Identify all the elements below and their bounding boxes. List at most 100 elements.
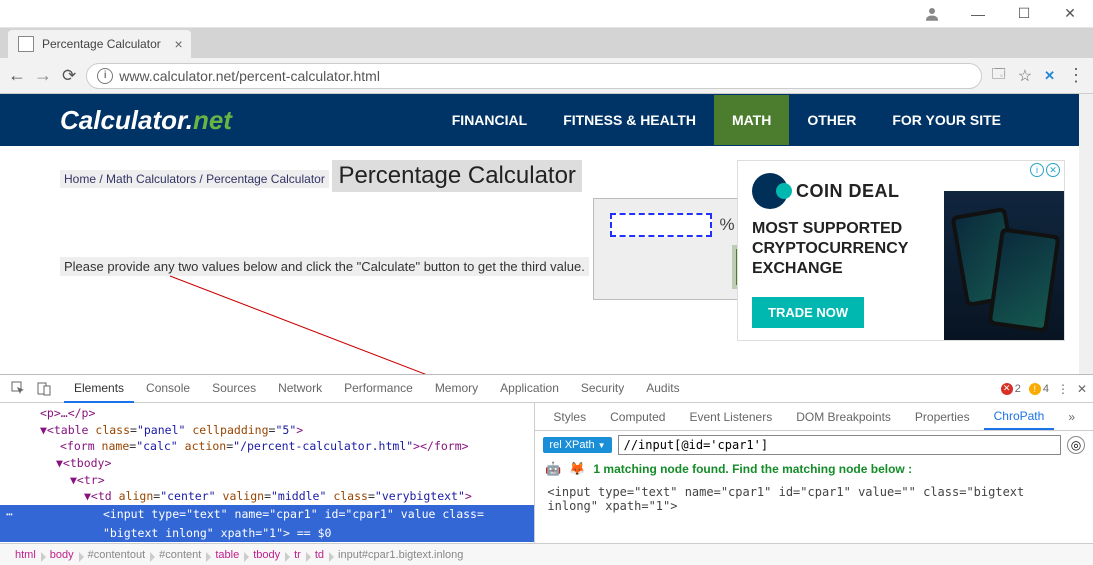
devtools-sidepanel: Styles Computed Event Listeners DOM Brea… <box>535 403 1093 543</box>
bc-td[interactable]: td <box>308 549 331 561</box>
page-icon <box>18 36 34 52</box>
chropath-ext-icon[interactable]: ✕ <box>1044 68 1055 84</box>
breadcrumb-math[interactable]: Math Calculators <box>106 172 196 186</box>
tab-title: Percentage Calculator <box>42 37 161 51</box>
ad-logo: COIN DEAL <box>752 173 924 209</box>
nav-math[interactable]: MATH <box>714 95 789 145</box>
tab-network[interactable]: Network <box>268 375 332 403</box>
bc-tbody[interactable]: tbody <box>246 549 287 561</box>
breadcrumb-current: Percentage Calculator <box>206 172 325 186</box>
dom-line: <p>…</p> <box>40 406 95 420</box>
close-button[interactable]: ✕ <box>1047 0 1093 28</box>
bc-tr[interactable]: tr <box>287 549 308 561</box>
tab-dombreakpoints[interactable]: DOM Breakpoints <box>786 405 901 429</box>
user-avatar-icon[interactable] <box>909 0 955 28</box>
tab-styles[interactable]: Styles <box>543 405 596 429</box>
nav-financial[interactable]: FINANCIAL <box>434 95 545 145</box>
chropath-result-row: 🤖 🦊 1 matching node found. Find the matc… <box>535 459 1093 479</box>
nav-menu: FINANCIAL FITNESS & HEALTH MATH OTHER FO… <box>434 95 1019 145</box>
ad-cta-button[interactable]: TRADE NOW <box>752 297 864 328</box>
selected-dom-node[interactable]: ⋯ <input type="text" name="cpar1" id="cp… <box>0 505 534 524</box>
bc-content[interactable]: #content <box>152 549 208 561</box>
tab-computed[interactable]: Computed <box>600 405 675 429</box>
forward-button[interactable]: → <box>34 65 52 86</box>
tab-chropath[interactable]: ChroPath <box>984 404 1055 430</box>
sidepanel-tabs: Styles Computed Event Listeners DOM Brea… <box>535 403 1093 431</box>
url-bar[interactable]: i www.calculator.net/percent-calculator.… <box>86 63 981 89</box>
chropath-query-row: rel XPath ◎ <box>535 431 1093 459</box>
ad-image <box>944 191 1064 340</box>
breadcrumb: Home / Math Calculators / Percentage Cal… <box>60 170 329 188</box>
tab-console[interactable]: Console <box>136 375 200 403</box>
chropath-target-icon[interactable]: ◎ <box>1067 436 1085 454</box>
logo-main: Calculator <box>60 105 186 135</box>
devtools-tabs: Elements Console Sources Network Perform… <box>64 375 690 403</box>
chrome-menu-icon[interactable]: ⋮ <box>1067 65 1085 86</box>
devtools-close-icon[interactable]: ✕ <box>1077 382 1087 396</box>
bc-body[interactable]: body <box>43 549 81 561</box>
nav-other[interactable]: OTHER <box>789 95 874 145</box>
minimize-button[interactable]: — <box>955 0 1001 28</box>
input-cpar1[interactable] <box>610 213 712 237</box>
page-title: Percentage Calculator <box>332 160 581 192</box>
nav-fitness[interactable]: FITNESS & HEALTH <box>545 95 714 145</box>
page-viewport: Calculator.net FINANCIAL FITNESS & HEALT… <box>0 94 1093 374</box>
tab-performance[interactable]: Performance <box>334 375 423 403</box>
bc-table[interactable]: table <box>208 549 246 561</box>
sidepanel-more-icon[interactable]: » <box>1058 405 1085 429</box>
bc-contentout[interactable]: #contentout <box>81 549 153 561</box>
bc-input[interactable]: input#cpar1.bigtext.inlong <box>331 549 470 561</box>
maximize-button[interactable]: ☐ <box>1001 0 1047 28</box>
reload-button[interactable]: ⟳ <box>62 66 76 86</box>
browser-tab[interactable]: Percentage Calculator × <box>8 30 191 58</box>
breadcrumb-sep: / <box>96 172 106 186</box>
elements-tree[interactable]: <p>…</p> ▼<table class="panel" cellpaddi… <box>0 403 535 543</box>
chropath-input[interactable] <box>618 435 1061 455</box>
tab-security[interactable]: Security <box>571 375 634 403</box>
ad-banner[interactable]: i✕ COIN DEAL MOST SUPPORTED CRYPTOCURREN… <box>737 160 1065 341</box>
bookmark-star-icon[interactable]: ☆ <box>1018 66 1032 86</box>
ad-copy: MOST SUPPORTED CRYPTOCURRENCY EXCHANGE <box>752 219 924 279</box>
tab-eventlisteners[interactable]: Event Listeners <box>679 405 782 429</box>
matched-node-output[interactable]: <input type="text" name="cpar1" id="cpar… <box>535 479 1093 519</box>
back-button[interactable]: ← <box>8 65 26 86</box>
inspect-element-icon[interactable] <box>6 377 30 401</box>
tab-memory[interactable]: Memory <box>425 375 488 403</box>
site-logo[interactable]: Calculator.net <box>60 105 232 136</box>
breadcrumb-home[interactable]: Home <box>64 172 96 186</box>
devtools-panel: Elements Console Sources Network Perform… <box>0 374 1093 565</box>
match-count-text: 1 matching node found. Find the matching… <box>593 462 912 476</box>
tab-elements[interactable]: Elements <box>64 375 134 403</box>
tab-sources[interactable]: Sources <box>202 375 266 403</box>
ad-brand: COIN DEAL <box>796 181 900 202</box>
logo-dot: . <box>186 105 193 135</box>
warning-count[interactable]: !4 <box>1029 383 1049 395</box>
tab-properties[interactable]: Properties <box>905 405 980 429</box>
error-count[interactable]: ✕2 <box>1001 383 1021 395</box>
robot-icon: 🤖 <box>545 461 561 477</box>
translate-icon[interactable]: 🗔 <box>992 65 1006 87</box>
tab-close-icon[interactable]: × <box>175 36 183 52</box>
logo-net: net <box>193 105 232 135</box>
tab-audits[interactable]: Audits <box>636 375 689 403</box>
scrollbar-thumb[interactable] <box>1079 94 1093 184</box>
ad-logo-mark <box>752 173 788 209</box>
device-toggle-icon[interactable] <box>32 377 56 401</box>
tab-strip: Percentage Calculator × <box>0 28 1093 58</box>
instruction-text: Please provide any two values below and … <box>60 257 589 276</box>
site-info-icon[interactable]: i <box>97 68 113 84</box>
bc-html[interactable]: html <box>8 549 43 561</box>
firefox-icon[interactable]: 🦊 <box>569 461 585 477</box>
dom-breadcrumb[interactable]: html body #contentout #content table tbo… <box>0 543 1093 565</box>
url-text: www.calculator.net/percent-calculator.ht… <box>119 68 380 84</box>
nav-arrows: ← → <box>8 65 52 86</box>
devtools-menu-icon[interactable]: ⋮ <box>1057 382 1069 396</box>
nav-foryoursite[interactable]: FOR YOUR SITE <box>874 95 1019 145</box>
ad-info-icons[interactable]: i✕ <box>1030 163 1060 177</box>
tab-application[interactable]: Application <box>490 375 569 403</box>
breadcrumb-sep: / <box>196 172 206 186</box>
window-titlebar: — ☐ ✕ <box>0 0 1093 28</box>
address-bar-row: ← → ⟳ i www.calculator.net/percent-calcu… <box>0 58 1093 94</box>
devtools-toolbar: Elements Console Sources Network Perform… <box>0 375 1093 403</box>
xpath-mode-dropdown[interactable]: rel XPath <box>543 437 611 453</box>
